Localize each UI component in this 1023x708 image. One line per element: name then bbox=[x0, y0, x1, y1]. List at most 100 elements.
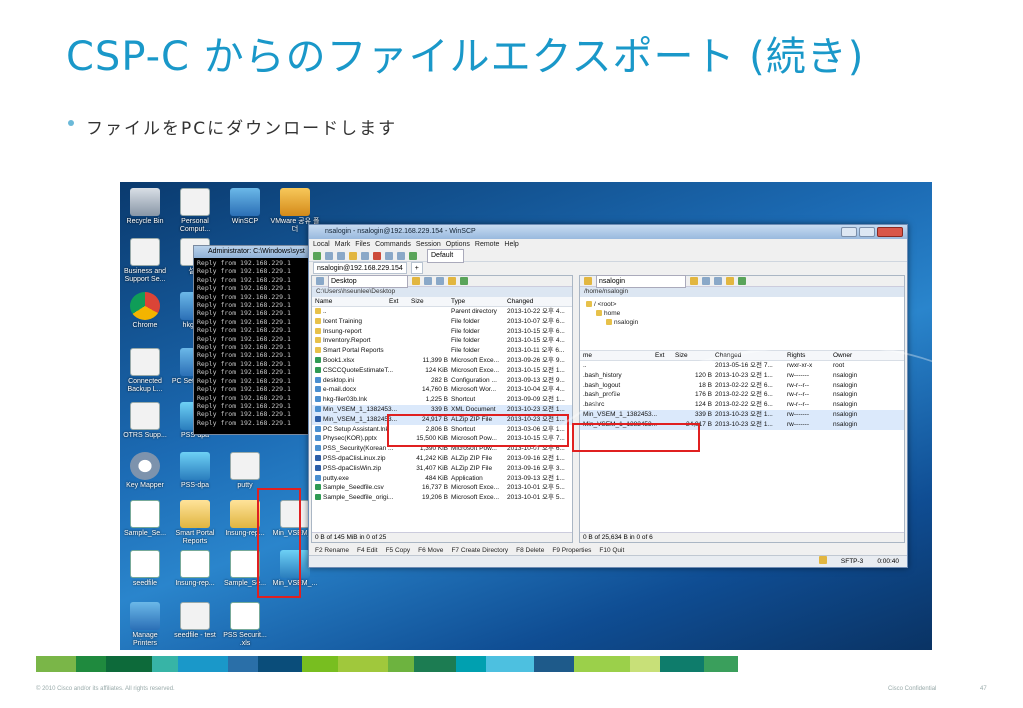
column-header[interactable]: Changed bbox=[504, 297, 570, 306]
tree-root[interactable]: / <root> bbox=[586, 300, 898, 309]
file-changed: 2013-09-13 오전 1... bbox=[507, 474, 565, 482]
menu-item[interactable]: Local bbox=[313, 241, 330, 248]
function-key-button[interactable]: F10 Quit bbox=[599, 545, 624, 556]
desktop-icon[interactable]: Smart Portal Reports bbox=[170, 500, 220, 546]
table-row[interactable]: putty.exe 484 KiB Application 2013-09-13 오전… bbox=[312, 474, 572, 484]
new-session-tab[interactable]: + bbox=[410, 262, 423, 274]
table-row[interactable]: .. Parent directory 2013-10-22 오후 4... bbox=[312, 307, 572, 317]
table-row[interactable]: e-mail.docx 14,760 B Microsoft Wor... 2013-… bbox=[312, 385, 572, 395]
table-row[interactable]: Min_VSEM_1_1382453... 24,917 B 2013-10-23 … bbox=[580, 419, 904, 430]
menu-item[interactable]: Commands bbox=[375, 241, 411, 248]
refresh-icon[interactable] bbox=[409, 251, 417, 260]
refresh-local-icon[interactable] bbox=[460, 277, 468, 285]
menu-item[interactable]: Mark bbox=[335, 241, 351, 248]
desktop-icon[interactable]: WinSCP bbox=[220, 188, 270, 226]
desktop-icon[interactable]: PSS Securit... .xls bbox=[220, 602, 270, 648]
file-name: Sample_Seedfile.csv bbox=[312, 483, 408, 493]
table-row[interactable]: .bash_history 120 B 2013-10-23 오전 1... rw--… bbox=[580, 371, 904, 381]
desktop-icon[interactable]: seedfile - test bbox=[170, 602, 220, 640]
minus-icon[interactable] bbox=[397, 251, 405, 260]
compare-icon[interactable] bbox=[325, 251, 333, 260]
tree-nsalogin[interactable]: nsalogin bbox=[586, 318, 898, 327]
desktop-icon[interactable]: PSS-dpa bbox=[170, 452, 220, 490]
desktop-icon[interactable]: Manage Printers bbox=[120, 602, 170, 648]
local-location-select[interactable]: Desktop bbox=[328, 274, 408, 288]
column-header[interactable]: Rights bbox=[784, 351, 830, 360]
column-header[interactable]: Ext bbox=[652, 351, 672, 360]
table-row[interactable]: .bash_profile 176 B 2013-02-22 오전 6... rw-r… bbox=[580, 390, 904, 400]
close-button[interactable] bbox=[877, 227, 903, 237]
queue-icon[interactable] bbox=[337, 251, 345, 260]
table-row[interactable]: Sample_Seedfile_origi... 19,206 B Microsof… bbox=[312, 493, 572, 503]
refresh-remote-icon[interactable] bbox=[738, 277, 746, 285]
table-row[interactable]: .bashrc 124 B 2013-02-22 오전 6... rw-r--r-- n… bbox=[580, 400, 904, 410]
back-icon[interactable] bbox=[424, 277, 432, 285]
plus-icon[interactable] bbox=[385, 251, 393, 260]
column-header[interactable]: Size bbox=[408, 297, 448, 306]
table-row[interactable]: Insung-report File folder 2013-10-15 오후 6.… bbox=[312, 327, 572, 337]
back-icon[interactable] bbox=[702, 277, 710, 285]
desktop-icon[interactable]: Connected Backup L... bbox=[120, 348, 170, 394]
table-row[interactable]: Book1.xlsx 11,399 B Microsoft Exce... 2013-… bbox=[312, 356, 572, 366]
desktop-icon[interactable]: seedfile bbox=[120, 550, 170, 588]
table-row[interactable]: Min_VSEM_1_1382453... 339 B 2013-10-23 오전 … bbox=[580, 409, 904, 420]
desktop-icon[interactable]: Sample_Se... bbox=[120, 500, 170, 538]
open-folder-icon[interactable] bbox=[690, 277, 698, 285]
maximize-button[interactable] bbox=[859, 227, 875, 237]
column-header[interactable]: Type bbox=[448, 297, 504, 306]
sync-icon[interactable] bbox=[313, 251, 321, 260]
forward-icon[interactable] bbox=[436, 277, 444, 285]
desktop-icon[interactable]: OTRS Supp... bbox=[120, 402, 170, 440]
table-row[interactable]: .bash_logout 18 B 2013-02-22 오전 6... rw-r--… bbox=[580, 381, 904, 391]
desktop-icon[interactable]: Personal Comput... bbox=[170, 188, 220, 234]
desktop-icon[interactable]: Key Mapper bbox=[120, 452, 170, 490]
menu-item[interactable]: Remote bbox=[475, 241, 500, 248]
menu-item[interactable]: Options bbox=[446, 241, 470, 248]
table-row[interactable]: PSS-dpaClisLinux.zip 41,242 KiB ALZip ZIP … bbox=[312, 454, 572, 464]
forward-icon[interactable] bbox=[714, 277, 722, 285]
column-header[interactable]: Changed bbox=[712, 351, 784, 360]
file-icon bbox=[315, 386, 321, 393]
column-header[interactable]: Name bbox=[312, 297, 386, 306]
table-row[interactable]: Icent Training File folder 2013-10-07 오후 6… bbox=[312, 317, 572, 327]
table-row[interactable]: CSCCQuoteEstimateT... 124 KiB Microsoft Ex… bbox=[312, 366, 572, 376]
desktop-icon[interactable]: Recycle Bin bbox=[120, 188, 170, 226]
remote-pane[interactable]: nsalogin /home/nsalogin / <root> home ns… bbox=[579, 274, 905, 543]
desktop-icon[interactable]: Insung-rep... bbox=[170, 550, 220, 588]
preferences-icon[interactable] bbox=[373, 251, 381, 260]
console-icon[interactable] bbox=[349, 251, 357, 260]
winscp-title-bar[interactable]: nsalogin - nsalogin@192.168.229.154 - Wi… bbox=[309, 225, 907, 239]
table-row[interactable]: .. 2013-05-16 오전 7... rwxr-xr-x root bbox=[580, 361, 904, 371]
remote-location-select[interactable]: nsalogin bbox=[596, 274, 686, 288]
column-header[interactable]: Ext bbox=[386, 297, 408, 306]
menu-item[interactable]: Files bbox=[355, 241, 370, 248]
table-row[interactable]: Smart Portal Reports File folder 2013-10-1… bbox=[312, 346, 572, 356]
tree-home[interactable]: home bbox=[586, 309, 898, 318]
transfer-settings-select[interactable]: Default bbox=[427, 248, 465, 263]
table-row[interactable]: hkg-filer03b.lnk 1,225 B Shortcut 2013-09-0… bbox=[312, 395, 572, 405]
remote-tree[interactable]: / <root> home nsalogin bbox=[580, 297, 904, 351]
table-row[interactable]: desktop.ini 282 B Configuration ... 2013-09… bbox=[312, 376, 572, 386]
column-header[interactable]: Size bbox=[672, 351, 712, 360]
table-row[interactable]: PSS-dpaClisWin.zip 31,407 KiB ALZip ZIP Fi… bbox=[312, 464, 572, 474]
menu-item[interactable]: Session bbox=[416, 241, 441, 248]
home-icon[interactable] bbox=[448, 277, 456, 285]
local-pane[interactable]: Desktop C:\Users\hseunlee\Desktop Name Ex… bbox=[311, 274, 573, 543]
menu-item[interactable]: Help bbox=[504, 241, 518, 248]
minimize-button[interactable] bbox=[841, 227, 857, 237]
desktop-icon[interactable]: Business and Support Se... bbox=[120, 238, 170, 284]
terminal-icon[interactable] bbox=[361, 251, 369, 260]
function-key-button[interactable]: F9 Properties bbox=[552, 545, 591, 556]
function-key-button[interactable]: F8 Delete bbox=[516, 545, 544, 556]
home-icon[interactable] bbox=[726, 277, 734, 285]
winscp-window[interactable]: nsalogin - nsalogin@192.168.229.154 - Wi… bbox=[308, 224, 908, 568]
column-header[interactable]: me bbox=[580, 351, 652, 360]
column-header[interactable]: Owner bbox=[830, 351, 880, 360]
open-folder-icon[interactable] bbox=[412, 277, 420, 285]
desktop-icon[interactable]: Chrome bbox=[120, 292, 170, 330]
desktop-icon[interactable]: putty bbox=[220, 452, 270, 490]
file-size bbox=[408, 336, 448, 346]
table-row[interactable]: Inventory.Report File folder 2013-10-15 오후… bbox=[312, 336, 572, 346]
session-tab[interactable]: nsalogin@192.168.229.154 bbox=[313, 262, 407, 274]
table-row[interactable]: Sample_Seedfile.csv 16,737 B Microsoft Exc… bbox=[312, 483, 572, 493]
